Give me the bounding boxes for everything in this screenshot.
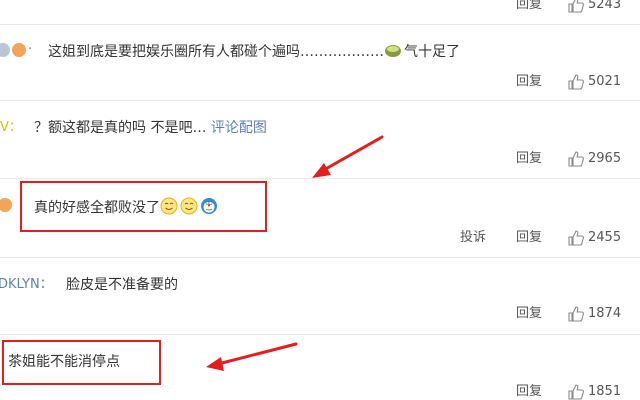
red-arrow-annotation — [206, 135, 384, 371]
